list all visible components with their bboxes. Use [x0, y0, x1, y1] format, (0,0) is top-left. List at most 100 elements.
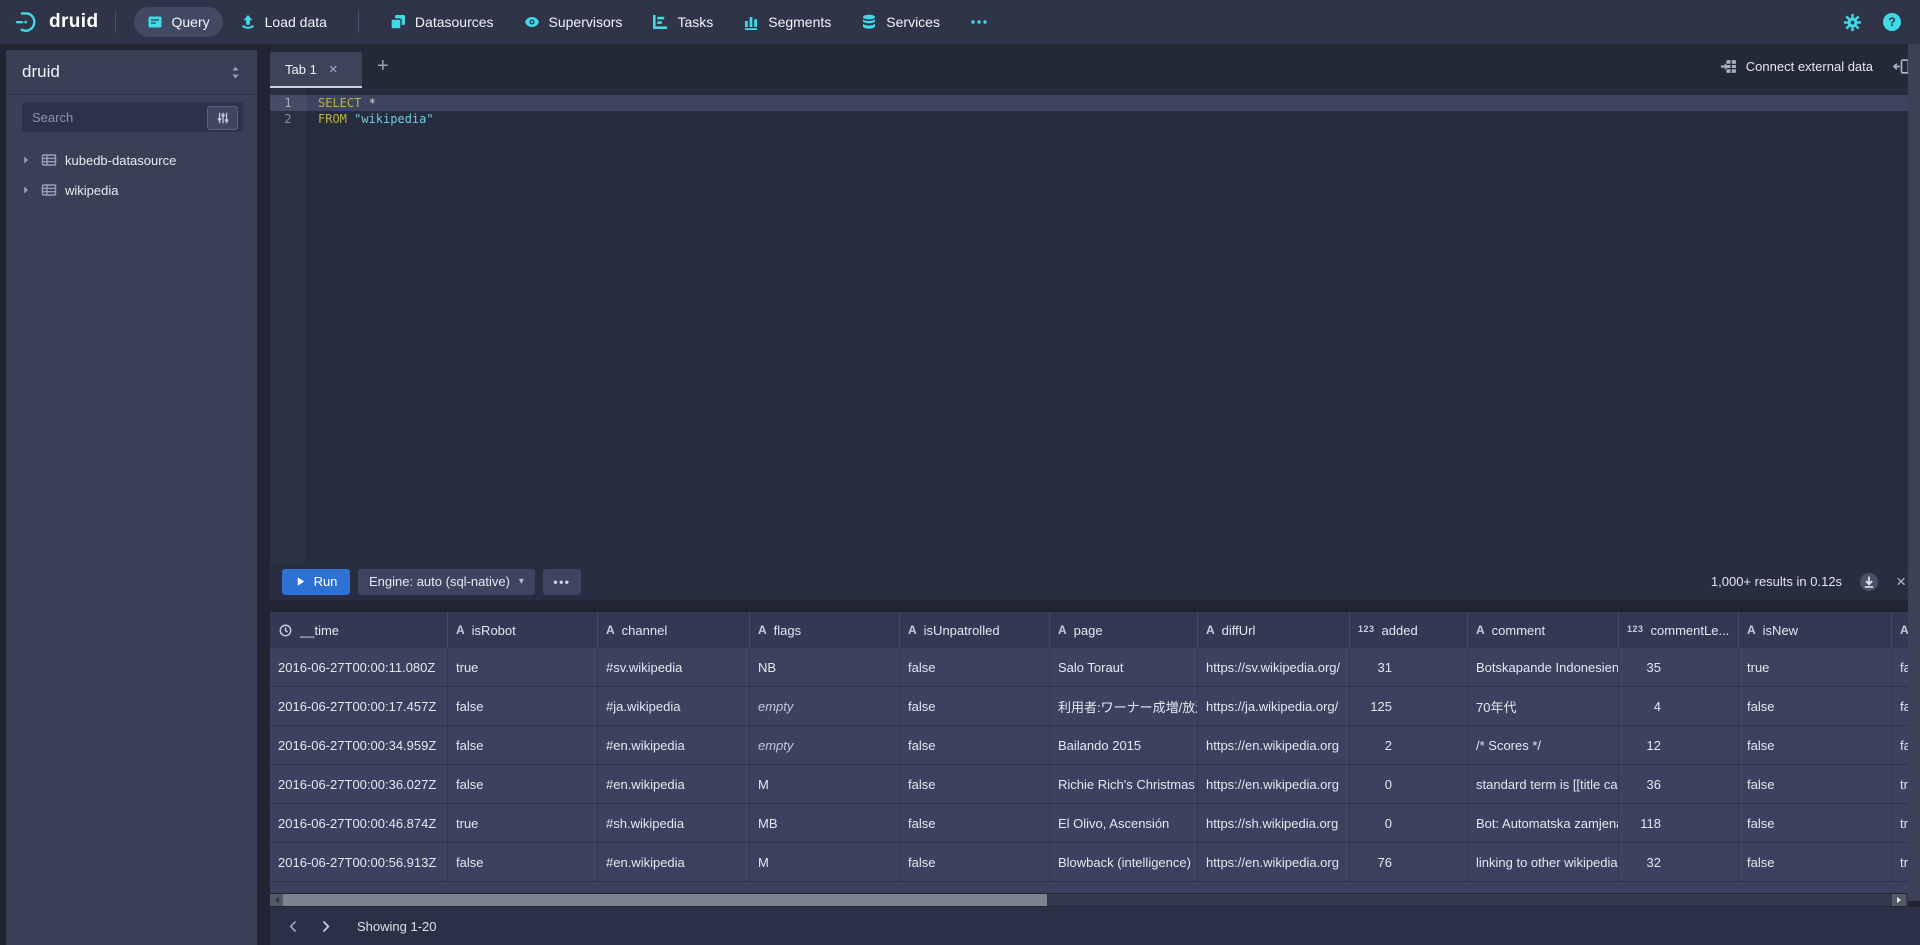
table-cell[interactable]: 2016-06-27T00:00:46.874Z — [270, 804, 448, 842]
table-cell[interactable]: 2016-06-27T00:00:34.959Z — [270, 726, 448, 764]
table-cell[interactable]: 12 — [1619, 726, 1739, 764]
table-cell[interactable]: empty — [750, 726, 900, 764]
table-cell[interactable]: 35 — [1619, 648, 1739, 686]
table-cell[interactable]: El Olivo, Ascensión — [1050, 804, 1198, 842]
table-cell[interactable]: #sv.wikipedia — [598, 648, 750, 686]
table-cell[interactable]: false — [448, 726, 598, 764]
table-cell[interactable]: NB — [750, 648, 900, 686]
table-cell[interactable]: 2 — [1350, 726, 1468, 764]
query-more-button[interactable]: ••• — [543, 569, 581, 595]
table-cell[interactable]: 0 — [1350, 804, 1468, 842]
nav-item-query[interactable]: Query — [134, 7, 223, 37]
add-tab-button[interactable]: + — [377, 56, 389, 76]
run-button[interactable]: Run — [282, 569, 350, 595]
table-cell[interactable]: Bot: Automatska zamjena — [1468, 804, 1619, 842]
table-cell[interactable]: false — [900, 648, 1050, 686]
table-cell[interactable]: #en.wikipedia — [598, 765, 750, 803]
table-cell[interactable]: https://sv.wikipedia.org/ — [1198, 648, 1350, 686]
table-cell[interactable]: #sh.wikipedia — [598, 804, 750, 842]
engine-select[interactable]: Engine: auto (sql-native) ▾ — [358, 569, 535, 595]
table-cell[interactable]: https://sh.wikipedia.org — [1198, 804, 1350, 842]
table-cell[interactable]: /* Scores */ — [1468, 726, 1619, 764]
table-cell[interactable]: true — [1892, 804, 1908, 842]
table-cell[interactable]: false — [900, 687, 1050, 725]
column-header-isunpatrolled[interactable]: AisUnpatrolled — [900, 612, 1050, 648]
table-cell[interactable]: #en.wikipedia — [598, 726, 750, 764]
table-cell[interactable]: standard term is [[title case]] — [1468, 765, 1619, 803]
nav-more-menu[interactable] — [957, 7, 1001, 37]
table-cell[interactable]: M — [750, 765, 900, 803]
table-cell[interactable]: true — [448, 804, 598, 842]
table-cell[interactable]: false — [448, 765, 598, 803]
table-cell[interactable]: https://en.wikipedia.org — [1198, 726, 1350, 764]
column-header-added[interactable]: 123added — [1350, 612, 1468, 648]
column-header-clipped[interactable]: A — [1892, 612, 1908, 648]
column-header-commentle-[interactable]: 123commentLe... — [1619, 612, 1739, 648]
help-button[interactable]: ? — [1882, 12, 1902, 32]
table-cell[interactable]: false — [1892, 726, 1908, 764]
table-cell[interactable]: Botskapande Indonesien — [1468, 648, 1619, 686]
table-cell[interactable]: https://ja.wikipedia.org/ — [1198, 687, 1350, 725]
next-page-button[interactable] — [311, 913, 339, 939]
table-cell[interactable]: 4 — [1619, 687, 1739, 725]
table-cell[interactable]: true — [1892, 765, 1908, 803]
column-header-isnew[interactable]: AisNew — [1739, 612, 1892, 648]
table-cell[interactable]: false — [900, 804, 1050, 842]
table-cell[interactable]: false — [1739, 687, 1892, 725]
table-cell[interactable]: false — [900, 843, 1050, 881]
column-header--time[interactable]: __time — [270, 612, 448, 648]
table-cell[interactable]: 利用者:ワーナー成増/放送局 — [1050, 687, 1198, 725]
table-cell[interactable]: 32 — [1619, 843, 1739, 881]
scroll-left-button[interactable] — [270, 894, 283, 906]
table-cell[interactable]: linking to other wikipedia — [1468, 843, 1619, 881]
table-cell[interactable]: #ja.wikipedia — [598, 687, 750, 725]
column-header-channel[interactable]: Achannel — [598, 612, 750, 648]
table-cell[interactable]: empty — [750, 687, 900, 725]
druid-logo[interactable]: druid — [14, 9, 99, 35]
nav-item-tasks[interactable]: Tasks — [639, 7, 726, 37]
table-cell[interactable]: MB — [750, 804, 900, 842]
nav-item-segments[interactable]: Segments — [730, 7, 844, 37]
column-filter-button[interactable] — [207, 106, 238, 130]
column-header-page[interactable]: Apage — [1050, 612, 1198, 648]
table-cell[interactable]: 125 — [1350, 687, 1468, 725]
column-header-comment[interactable]: Acomment — [1468, 612, 1619, 648]
column-header-isrobot[interactable]: AisRobot — [448, 612, 598, 648]
tab-close-icon[interactable]: × — [329, 62, 338, 77]
table-cell[interactable]: 2016-06-27T00:00:17.457Z — [270, 687, 448, 725]
table-cell[interactable]: true — [1892, 843, 1908, 881]
table-cell[interactable]: Richie Rich's Christmas Wish — [1050, 765, 1198, 803]
table-cell[interactable]: 0 — [1350, 765, 1468, 803]
table-cell[interactable]: 2016-06-27T00:00:36.027Z — [270, 765, 448, 803]
table-cell[interactable]: Blowback (intelligence) — [1050, 843, 1198, 881]
nav-item-load-data[interactable]: Load data — [227, 7, 340, 37]
settings-button[interactable] — [1843, 13, 1862, 32]
table-cell[interactable]: false — [1739, 765, 1892, 803]
table-cell[interactable]: true — [448, 648, 598, 686]
column-header-flags[interactable]: Aflags — [750, 612, 900, 648]
table-cell[interactable]: 118 — [1619, 804, 1739, 842]
column-header-diffurl[interactable]: AdiffUrl — [1198, 612, 1350, 648]
table-cell[interactable]: #en.wikipedia — [598, 843, 750, 881]
table-cell[interactable]: false — [1739, 726, 1892, 764]
table-cell[interactable]: true — [1739, 648, 1892, 686]
table-cell[interactable]: 76 — [1350, 843, 1468, 881]
table-cell[interactable]: false — [1739, 843, 1892, 881]
table-cell[interactable]: 36 — [1619, 765, 1739, 803]
table-cell[interactable]: 2016-06-27T00:00:11.080Z — [270, 648, 448, 686]
table-cell[interactable]: false — [1892, 687, 1908, 725]
connect-external-data-button[interactable]: Connect external data — [1720, 58, 1873, 75]
table-cell[interactable]: Salo Toraut — [1050, 648, 1198, 686]
nav-item-services[interactable]: Services — [848, 7, 953, 37]
scrollbar-thumb[interactable] — [283, 894, 1047, 906]
table-cell[interactable]: false — [448, 843, 598, 881]
prev-page-button[interactable] — [279, 913, 307, 939]
table-cell[interactable]: https://en.wikipedia.org — [1198, 843, 1350, 881]
table-cell[interactable]: false — [1739, 804, 1892, 842]
tree-item-wikipedia[interactable]: wikipedia — [6, 175, 257, 205]
table-cell[interactable]: M — [750, 843, 900, 881]
table-cell[interactable]: https://en.wikipedia.org — [1198, 765, 1350, 803]
tab-query-1[interactable]: Tab 1 × — [270, 52, 362, 88]
download-button[interactable] — [1859, 572, 1879, 592]
scroll-right-button[interactable] — [1892, 894, 1906, 906]
